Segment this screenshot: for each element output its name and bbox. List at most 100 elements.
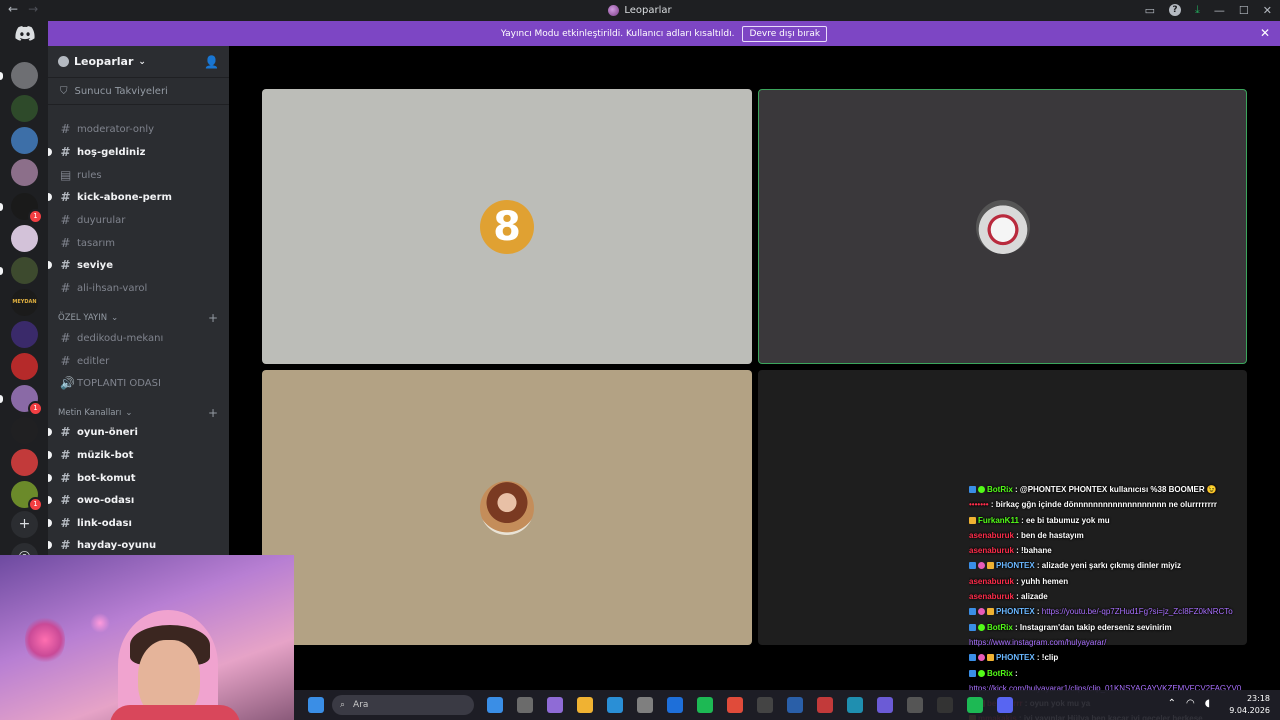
minimize-button[interactable]: — <box>1214 4 1225 17</box>
channel-item[interactable]: # tasarım <box>56 233 221 253</box>
taskbar-app-icon[interactable] <box>997 697 1013 713</box>
video-tile-1[interactable]: 8 <box>262 89 752 364</box>
banner-close-icon[interactable]: ✕ <box>1260 26 1270 40</box>
inbox-icon[interactable]: ▭ <box>1145 4 1155 17</box>
channel-category[interactable]: Metin Kanalları ⌄ + <box>58 406 218 420</box>
server-icon-8[interactable]: MEYDAN <box>11 289 38 316</box>
taskbar-app-icon[interactable] <box>637 697 653 713</box>
channel-item[interactable]: # link-odası <box>48 513 221 533</box>
channel-item[interactable]: ▤ rules <box>56 165 221 185</box>
video-tile-3[interactable] <box>262 370 752 645</box>
channel-item[interactable]: # owo-odası <box>48 490 221 510</box>
server-icon-4[interactable] <box>11 159 38 186</box>
unread-indicator <box>0 72 3 80</box>
hash-icon: # <box>60 493 71 507</box>
channel-item[interactable]: # hoş-geldiniz <box>48 142 221 162</box>
add-channel-icon[interactable]: + <box>208 311 218 325</box>
windows-start-icon[interactable] <box>308 697 324 713</box>
chat-message: BotRix : <box>969 666 1274 681</box>
download-icon[interactable]: ⤓ <box>1195 3 1200 17</box>
hash-icon: # <box>60 281 71 295</box>
video-tile-2-speaking[interactable] <box>758 89 1247 364</box>
disable-streamer-mode-button[interactable]: Devre dışı bırak <box>742 25 828 42</box>
unread-indicator <box>0 203 3 211</box>
invite-people-icon[interactable]: 👤 <box>204 55 219 69</box>
taskbar-app-icon[interactable] <box>577 697 593 713</box>
taskbar-app-icon[interactable] <box>787 697 803 713</box>
server-icon-12[interactable] <box>11 417 38 444</box>
chat-message: asenaburuk : ben de hastayım <box>969 530 1084 540</box>
taskbar-app-icon[interactable] <box>697 697 713 713</box>
server-icon-3[interactable] <box>11 127 38 154</box>
chat-badge-icon <box>978 654 985 662</box>
taskbar-app-icon[interactable] <box>607 697 623 713</box>
server-icon <box>608 5 620 16</box>
channel-item[interactable]: # oyun-öneri <box>48 422 221 442</box>
server-icon-2[interactable] <box>11 95 38 122</box>
channel-category[interactable]: ÖZEL YAYIN ⌄ + <box>58 311 218 325</box>
channel-item[interactable]: # ali-ihsan-varol <box>56 278 221 298</box>
taskbar-app-icon[interactable] <box>487 697 503 713</box>
guild-header[interactable]: Leoparlar ⌄ 👤 <box>48 46 229 78</box>
search-icon: ⌕ <box>340 700 346 710</box>
chat-username: BotRix <box>987 485 1013 494</box>
network-icon[interactable]: ◠ <box>1186 698 1195 709</box>
chat-text: ee bi tabumuz yok mu <box>1026 515 1110 525</box>
chat-link[interactable]: https://www.instagram.com/hulyayarar/ <box>969 638 1106 647</box>
taskbar-app-icon[interactable] <box>937 697 953 713</box>
taskbar-app-icon[interactable] <box>757 697 773 713</box>
chat-link[interactable]: https://youtu.be/-qp7ZHud1Fg?si=jz_ZcI8F… <box>1042 607 1233 616</box>
channel-item[interactable]: # hayday-oyunu <box>48 535 221 555</box>
taskbar-app-icon[interactable] <box>817 697 833 713</box>
channel-item[interactable]: # moderator-only <box>56 119 221 139</box>
add-server-button[interactable]: + <box>11 511 38 538</box>
mention-badge: 1 <box>28 209 43 224</box>
channel-item[interactable]: # dedikodu-mekanı <box>56 328 221 348</box>
channel-name: editler <box>77 355 110 367</box>
taskbar-app-icon[interactable] <box>547 697 563 713</box>
add-channel-icon[interactable]: + <box>208 406 218 420</box>
taskbar-app-icon[interactable] <box>847 697 863 713</box>
taskbar-app-icon[interactable] <box>907 697 923 713</box>
taskbar-app-icon[interactable] <box>667 697 683 713</box>
discord-logo-icon[interactable] <box>11 26 38 48</box>
chat-badge-icon <box>978 562 985 570</box>
server-icon-9[interactable] <box>11 321 38 348</box>
taskbar-app-icon[interactable] <box>967 697 983 713</box>
taskbar-app-icon[interactable] <box>877 697 893 713</box>
hash-icon: # <box>60 516 71 530</box>
server-icon-10[interactable] <box>11 353 38 380</box>
channel-item[interactable]: # müzik-bot <box>48 445 221 465</box>
server-label: MEYDAN <box>12 299 37 305</box>
maximize-button[interactable]: ☐ <box>1239 4 1249 17</box>
taskbar-search[interactable]: ⌕ Ara <box>332 695 474 715</box>
taskbar-app-icon[interactable] <box>517 697 533 713</box>
channel-name: oyun-öneri <box>77 426 138 438</box>
server-icon-6[interactable] <box>11 225 38 252</box>
server-icon-13[interactable] <box>11 449 38 476</box>
channel-name: duyurular <box>77 214 126 226</box>
hash-icon: # <box>60 122 71 136</box>
taskbar-app-icon[interactable] <box>727 697 743 713</box>
server-icon-7[interactable] <box>11 257 38 284</box>
hash-icon: # <box>60 354 71 368</box>
server-boosts-link[interactable]: ⛉ Sunucu Takviyeleri <box>48 78 229 105</box>
chevron-down-icon: ⌄ <box>138 56 146 67</box>
hash-icon: # <box>60 190 71 204</box>
chat-badge-icon <box>978 608 985 616</box>
chat-text: !clip <box>1041 653 1059 663</box>
channel-item[interactable]: # seviye <box>48 255 221 275</box>
taskbar-clock[interactable]: 23:18 9.04.2026 <box>1229 693 1270 717</box>
chevron-up-icon[interactable]: ⌃ <box>1168 698 1176 709</box>
channel-item[interactable]: # editler <box>56 351 221 371</box>
channel-item[interactable]: 🔊 TOPLANTI ODASI <box>56 373 221 393</box>
channel-item[interactable]: # kick-abone-perm <box>48 187 221 207</box>
close-button[interactable]: ✕ <box>1263 4 1272 17</box>
unread-indicator <box>48 193 52 201</box>
unread-indicator <box>48 496 52 504</box>
volume-icon[interactable]: ◖ <box>1205 698 1210 709</box>
help-icon[interactable]: ? <box>1169 4 1182 16</box>
channel-item[interactable]: # duyurular <box>56 210 221 230</box>
channel-item[interactable]: # bot-komut <box>48 468 221 488</box>
server-icon-1[interactable] <box>11 62 38 89</box>
